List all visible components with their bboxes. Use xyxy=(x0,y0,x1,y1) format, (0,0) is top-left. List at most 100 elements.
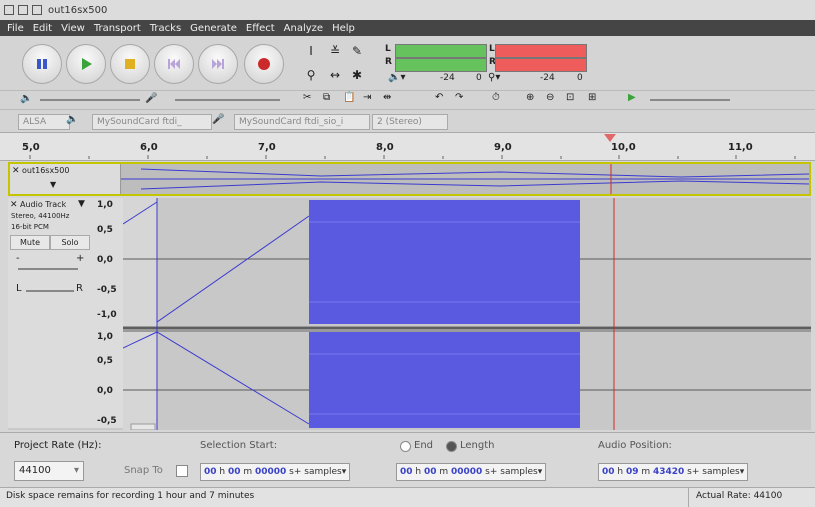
play-button[interactable] xyxy=(66,44,106,84)
waveform-view[interactable] xyxy=(123,198,811,430)
paste-icon[interactable]: 📋 xyxy=(343,92,355,103)
selection-start-label: Selection Start: xyxy=(200,440,278,451)
menu-edit[interactable]: Edit xyxy=(33,23,52,34)
envelope-tool[interactable]: ≚ xyxy=(326,42,344,60)
track-info-1: Stereo, 44100Hz xyxy=(11,212,70,220)
stop-button[interactable] xyxy=(110,44,150,84)
undo-icon[interactable]: ↶ xyxy=(435,92,443,103)
skip-start-icon xyxy=(168,59,180,69)
cut-icon[interactable]: ✂ xyxy=(303,92,311,103)
skip-to-start-button[interactable] xyxy=(154,44,194,84)
sync-lock-icon[interactable]: ⏱ xyxy=(492,92,500,103)
asterisk-icon: ✱ xyxy=(351,68,363,82)
pencil-icon: ✎ xyxy=(351,44,363,58)
end-radio[interactable] xyxy=(400,441,411,452)
mute-button[interactable]: Mute xyxy=(10,235,50,250)
selection-start-field[interactable]: 00 h 00 m 00000 s+ samples▾ xyxy=(200,463,351,481)
pan-slider[interactable] xyxy=(26,290,74,292)
menu-file[interactable]: File xyxy=(7,23,24,34)
close-track-button-icon[interactable]: ✕ xyxy=(10,200,18,210)
channels-select[interactable]: 2 (Stereo) xyxy=(372,114,448,130)
audio-position-field[interactable]: 00 h 09 m 43420 s+ samples▾ xyxy=(598,463,749,481)
mic-volume-icon: 🎤 xyxy=(145,93,158,104)
playback-meter-left[interactable] xyxy=(395,44,487,58)
window-maximize-icon[interactable] xyxy=(32,5,42,15)
play-speed-slider[interactable] xyxy=(650,99,730,101)
record-icon xyxy=(258,58,270,70)
length-label: Length xyxy=(460,440,495,451)
recording-device-select[interactable]: MySoundCard ftdi_sio_i xyxy=(234,114,370,130)
fit-selection-icon[interactable]: ⊡ xyxy=(566,92,574,103)
window-menu-icon[interactable] xyxy=(4,5,14,15)
menu-bar: File Edit View Transport Tracks Generate… xyxy=(0,20,815,36)
playback-device-select[interactable]: MySoundCard ftdi_ xyxy=(92,114,212,130)
overview-track-control: ✕ out16sx500 ▼ xyxy=(10,164,121,194)
zoom-out-icon[interactable]: ⊖ xyxy=(546,92,554,103)
playback-meter-right[interactable] xyxy=(395,58,487,72)
track-menu-icon[interactable]: ▼ xyxy=(78,199,85,209)
menu-view[interactable]: View xyxy=(61,23,85,34)
menu-transport[interactable]: Transport xyxy=(94,23,141,34)
i-beam-icon: I xyxy=(309,44,313,58)
track-name-menu[interactable]: Audio Track xyxy=(20,200,66,209)
play-icon xyxy=(82,58,92,70)
input-volume-slider[interactable] xyxy=(175,99,280,101)
output-volume-icon: 🔈 xyxy=(20,93,33,104)
selection-tool[interactable]: I xyxy=(302,42,320,60)
y-label: 0,0 xyxy=(97,386,113,396)
trim-icon[interactable]: ⇥ xyxy=(363,92,371,103)
pan-right-label: R xyxy=(76,283,83,294)
chevron-down-icon: ▾ xyxy=(73,465,79,476)
zoom-tool[interactable]: ⚲ xyxy=(302,66,320,84)
redo-icon[interactable]: ↷ xyxy=(455,92,463,103)
skip-end-icon xyxy=(212,59,224,69)
record-button[interactable] xyxy=(244,44,284,84)
collapse-track-icon[interactable]: ▼ xyxy=(50,180,56,189)
menu-tracks[interactable]: Tracks xyxy=(150,23,181,34)
silence-icon[interactable]: ⇹ xyxy=(383,92,391,103)
length-radio[interactable] xyxy=(446,441,457,452)
audio-host-select[interactable]: ALSA xyxy=(18,114,70,130)
record-meter-right[interactable] xyxy=(495,58,587,72)
project-rate-select[interactable]: 44100 ▾ xyxy=(14,461,84,481)
snap-to-checkbox[interactable] xyxy=(176,465,188,477)
menu-help[interactable]: Help xyxy=(332,23,355,34)
timeline-ruler[interactable]: 5,0 6,0 7,0 8,0 9,0 10,0 11,0 xyxy=(0,133,815,161)
time-shift-tool[interactable]: ↔ xyxy=(326,66,344,84)
pause-icon xyxy=(37,59,47,69)
playhead-marker-icon[interactable] xyxy=(603,133,617,143)
end-label: End xyxy=(414,440,434,451)
menu-analyze[interactable]: Analyze xyxy=(284,23,323,34)
menu-generate[interactable]: Generate xyxy=(190,23,237,34)
menu-effect[interactable]: Effect xyxy=(246,23,275,34)
solo-button[interactable]: Solo xyxy=(50,235,90,250)
meter-right-label: R xyxy=(385,57,392,67)
project-rate-label: Project Rate (Hz): xyxy=(14,440,102,451)
status-divider xyxy=(688,488,689,507)
pan-left-label: L xyxy=(16,283,22,294)
gain-slider[interactable] xyxy=(18,268,78,270)
mic-dropdown-icon[interactable]: ⚲▾ xyxy=(488,72,500,83)
fit-project-icon[interactable]: ⊞ xyxy=(588,92,596,103)
actual-rate-text: Actual Rate: 44100 xyxy=(696,491,783,501)
overview-track[interactable]: ✕ out16sx500 ▼ xyxy=(8,162,811,196)
skip-to-end-button[interactable] xyxy=(198,44,238,84)
meter-left-label: L xyxy=(385,44,391,54)
pause-button[interactable] xyxy=(22,44,62,84)
status-text: Disk space remains for recording 1 hour … xyxy=(6,491,255,501)
zoom-in-icon[interactable]: ⊕ xyxy=(526,92,534,103)
draw-tool[interactable]: ✎ xyxy=(348,42,366,60)
window-minimize-icon[interactable] xyxy=(18,5,28,15)
selection-length-field[interactable]: 00 h 00 m 00000 s+ samples▾ xyxy=(396,463,547,481)
close-track-icon[interactable]: ✕ xyxy=(12,166,20,176)
copy-icon[interactable]: ⧉ xyxy=(323,92,330,103)
play-at-speed-icon[interactable]: ▶ xyxy=(628,92,636,103)
y-label: -0,5 xyxy=(97,285,117,295)
record-meter-left[interactable] xyxy=(495,44,587,58)
overview-track-name[interactable]: out16sx500 xyxy=(22,166,69,175)
multi-tool[interactable]: ✱ xyxy=(348,66,366,84)
vertical-ruler[interactable]: 1,0 0,5 0,0 -0,5 -1,0 1,0 0,5 0,0 -0,5 xyxy=(93,198,123,428)
speaker-icon[interactable]: 🔈▾ xyxy=(388,72,405,83)
envelope-icon: ≚ xyxy=(329,44,341,58)
output-volume-slider[interactable] xyxy=(40,99,140,101)
